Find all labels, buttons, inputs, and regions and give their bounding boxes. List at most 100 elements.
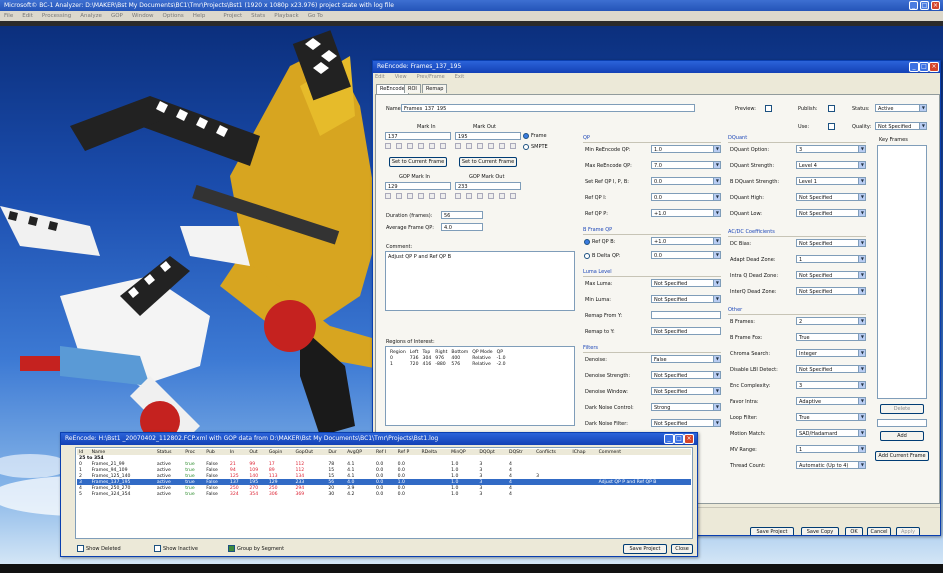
frame-nav-icon[interactable] — [488, 193, 494, 199]
segments-close-button[interactable]: Close — [671, 544, 693, 554]
frame-nav-icon[interactable] — [455, 193, 461, 199]
frame-nav-icon[interactable] — [429, 143, 435, 149]
preview-checkbox[interactable] — [765, 105, 772, 112]
bframe-radio[interactable] — [584, 239, 590, 245]
app-menu-item[interactable]: Options — [163, 13, 184, 19]
publish-checkbox[interactable] — [828, 105, 835, 112]
frame-nav-icon[interactable] — [396, 143, 402, 149]
comment-box[interactable]: Adjust QP P and Ref QP B — [385, 251, 575, 311]
dquant-dropdown[interactable]: Level 1 ▼ — [796, 177, 866, 185]
frame-nav-icon[interactable] — [418, 143, 424, 149]
gop-out-field[interactable]: 233 — [455, 182, 521, 190]
tab-remap[interactable]: Remap — [422, 84, 448, 93]
show-inactive-checkbox[interactable] — [154, 545, 161, 552]
mark-in-field[interactable]: 137 — [385, 132, 451, 140]
qp-dropdown[interactable]: 7.0 ▼ — [651, 161, 721, 169]
bframe-dropdown[interactable]: +1.0 ▼ — [651, 237, 721, 245]
app-menu-item[interactable]: GOP — [111, 13, 123, 19]
other-dropdown[interactable]: 2 ▼ — [796, 317, 866, 325]
app-menu-item[interactable]: Window — [132, 13, 154, 19]
app-menu-item[interactable]: Help — [193, 13, 206, 19]
mark-out-field[interactable]: 195 — [455, 132, 521, 140]
reencode-menu-item[interactable]: Exit — [455, 74, 464, 80]
other-dropdown[interactable]: Integer ▼ — [796, 349, 866, 357]
frame-nav-icon[interactable] — [385, 143, 391, 149]
show-deleted-checkbox[interactable] — [77, 545, 84, 552]
bframe-dropdown[interactable]: 0.0 ▼ — [651, 251, 721, 259]
acdc-dropdown[interactable]: Not Specified ▼ — [796, 287, 866, 295]
app-menu-item[interactable]: File — [4, 13, 13, 19]
frame-nav-icon[interactable] — [466, 143, 472, 149]
app-menu-item[interactable]: Stats — [251, 13, 265, 19]
reencode-maximize-icon[interactable]: □ — [919, 62, 929, 72]
luma-dropdown[interactable]: Not Specified ▼ — [651, 279, 721, 287]
other-dropdown[interactable]: True ▼ — [796, 413, 866, 421]
other-dropdown[interactable]: Not Specified ▼ — [796, 365, 866, 373]
filters-dropdown[interactable]: Strong ▼ — [651, 403, 721, 411]
frame-nav-icon[interactable] — [455, 143, 461, 149]
status-dropdown[interactable]: Active ▼ — [875, 104, 927, 112]
segments-maximize-icon[interactable]: □ — [674, 434, 684, 444]
reencode-minimize-icon[interactable]: _ — [909, 62, 919, 72]
luma-dropdown[interactable]: Not Specified — [651, 327, 721, 335]
other-dropdown[interactable]: SAD/Hadamard ▼ — [796, 429, 866, 437]
save-project-button[interactable]: Save Project — [750, 527, 794, 535]
other-dropdown[interactable]: Adaptive ▼ — [796, 397, 866, 405]
app-menu-item[interactable]: Processing — [42, 13, 71, 19]
frame-nav-icon[interactable] — [510, 193, 516, 199]
frame-nav-icon[interactable] — [499, 143, 505, 149]
close-icon[interactable]: × — [931, 1, 940, 10]
roi-table[interactable]: Region Left Top Right Bottom QP Mode QP 0 736 304… — [385, 346, 575, 426]
luma-dropdown[interactable]: Not Specified ▼ — [651, 295, 721, 303]
segments-minimize-icon[interactable]: _ — [664, 434, 674, 444]
reencode-close-icon[interactable]: × — [929, 62, 939, 72]
qp-dropdown[interactable]: 0.0 ▼ — [651, 177, 721, 185]
frame-nav-icon[interactable] — [477, 143, 483, 149]
app-menu-item[interactable]: Project — [223, 13, 242, 19]
name-field[interactable]: Frames_137_195 — [401, 104, 695, 112]
reencode-menu-item[interactable]: Prev/Frame — [417, 74, 445, 80]
other-dropdown[interactable]: Automatic (Up to 4) ▼ — [796, 461, 866, 469]
segments-close-icon[interactable]: × — [684, 434, 694, 444]
minimize-icon[interactable]: _ — [909, 1, 918, 10]
frame-nav-icon[interactable] — [407, 193, 413, 199]
ok-button[interactable]: OK — [845, 527, 863, 535]
apply-button[interactable]: Apply — [896, 527, 920, 535]
frame-nav-icon[interactable] — [440, 193, 446, 199]
other-dropdown[interactable]: True ▼ — [796, 333, 866, 341]
filters-dropdown[interactable]: Not Specified ▼ — [651, 387, 721, 395]
keyframes-list[interactable] — [877, 145, 927, 399]
add-keyframe-button[interactable]: Add — [880, 431, 924, 441]
delete-keyframe-button[interactable]: Delete — [880, 404, 924, 414]
other-dropdown[interactable]: 1 ▼ — [796, 445, 866, 453]
frame-nav-icon[interactable] — [499, 193, 505, 199]
bframe-radio[interactable] — [584, 253, 590, 259]
keyframe-input[interactable] — [877, 419, 927, 427]
dquant-dropdown[interactable]: Not Specified ▼ — [796, 193, 866, 201]
segments-save-project-button[interactable]: Save Project — [623, 544, 667, 554]
dquant-dropdown[interactable]: 3 ▼ — [796, 145, 866, 153]
frame-nav-icon[interactable] — [488, 143, 494, 149]
roi-row[interactable]: 1 720 416 -880 576 Relative -2.0 — [388, 361, 508, 367]
frame-radio[interactable] — [523, 133, 529, 139]
dquant-dropdown[interactable]: Level 4 ▼ — [796, 161, 866, 169]
filters-dropdown[interactable]: Not Specified ▼ — [651, 371, 721, 379]
qp-dropdown[interactable]: +1.0 ▼ — [651, 209, 721, 217]
frame-nav-icon[interactable] — [440, 143, 446, 149]
frame-nav-icon[interactable] — [407, 143, 413, 149]
app-menu-item[interactable]: Edit — [22, 13, 33, 19]
app-menu-item[interactable]: Playback — [274, 13, 299, 19]
group-by-segment-checkbox[interactable] — [228, 545, 235, 552]
smpte-radio[interactable] — [523, 144, 529, 150]
filters-dropdown[interactable]: False ▼ — [651, 355, 721, 363]
luma-dropdown[interactable] — [651, 311, 721, 319]
other-dropdown[interactable]: 3 ▼ — [796, 381, 866, 389]
quality-dropdown[interactable]: Not Specified ▼ — [875, 122, 927, 130]
acdc-dropdown[interactable]: Not Specified ▼ — [796, 271, 866, 279]
set-mark-out-current-button[interactable]: Set to Current Frame — [459, 157, 517, 167]
acdc-dropdown[interactable]: Not Specified ▼ — [796, 239, 866, 247]
use-checkbox[interactable] — [828, 123, 835, 130]
save-copy-button[interactable]: Save Copy — [801, 527, 839, 535]
tab-roi[interactable]: ROI — [404, 84, 421, 93]
reencode-menu-item[interactable]: View — [395, 74, 407, 80]
